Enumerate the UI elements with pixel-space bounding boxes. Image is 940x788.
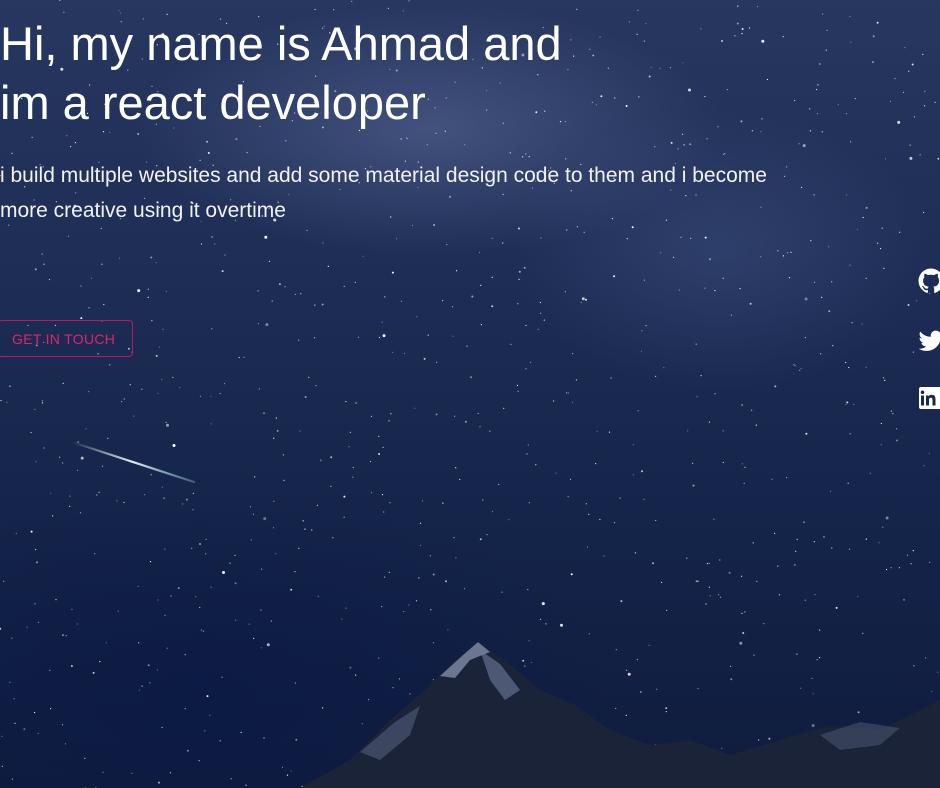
github-icon [918, 268, 940, 294]
intro-text-line-1: i build multiple websites and add some m… [0, 164, 767, 187]
hero-section: Hi, my name is Ahmad and im a react deve… [0, 0, 940, 788]
twitter-icon [918, 330, 940, 351]
intro-text-line-2: more creative using it overtime [0, 199, 286, 222]
linkedin-link[interactable] [918, 386, 940, 412]
github-link[interactable] [918, 268, 940, 294]
twitter-link[interactable] [918, 328, 940, 354]
page-title: Hi, my name is Ahmad and im a react deve… [0, 14, 700, 132]
linkedin-icon [919, 387, 940, 409]
get-in-touch-button[interactable]: GET IN TOUCH [0, 320, 134, 357]
headline-line-1: Hi, my name is Ahmad and [0, 17, 562, 70]
headline-line-2: im a react developer [0, 76, 426, 129]
intro-text: i build multiple websites and add some m… [0, 158, 940, 228]
